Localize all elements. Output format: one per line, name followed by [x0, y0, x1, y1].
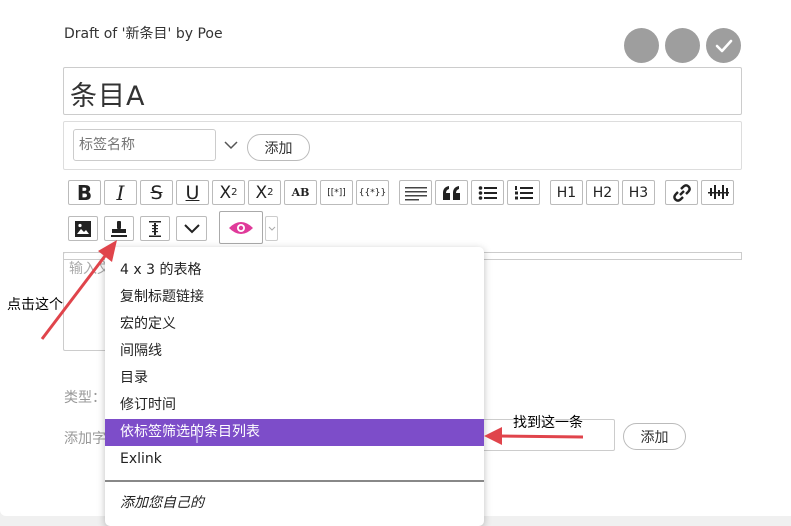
menu-item-revision-time[interactable]: 修订时间: [105, 392, 484, 419]
superscript-base: X: [219, 182, 232, 203]
bullet-list-icon: [478, 185, 497, 200]
stamp-button[interactable]: [104, 216, 134, 241]
menu-item-macro-definition[interactable]: 宏的定义: [105, 311, 484, 338]
stamp-icon: [111, 220, 127, 237]
strikethrough-button[interactable]: S: [140, 180, 173, 205]
check-icon: [715, 39, 732, 52]
preview-toggle[interactable]: [219, 211, 263, 244]
tag-row: 添加: [63, 121, 742, 170]
draft-title: Draft of '新条目' by Poe: [64, 26, 223, 42]
eye-icon: [229, 221, 253, 234]
link-button[interactable]: [665, 180, 698, 205]
subscript-mark: 2: [267, 187, 274, 198]
superscript-button[interactable]: X2: [212, 180, 245, 205]
chevron-down-icon[interactable]: [222, 136, 240, 154]
menu-item-tag-filter-list[interactable]: 依标签筛选的条目列表: [105, 419, 484, 446]
more-button[interactable]: [176, 216, 207, 241]
type-label: 类型：: [64, 390, 106, 406]
excise-button[interactable]: [701, 180, 734, 205]
subscript-button[interactable]: X2: [248, 180, 281, 205]
bold-button[interactable]: B: [68, 180, 101, 205]
quote-button[interactable]: [435, 180, 468, 205]
menu-item-copy-title-link[interactable]: 复制标题链接: [105, 284, 484, 311]
underline-button[interactable]: U: [176, 180, 209, 205]
mono-block-button[interactable]: [399, 180, 432, 205]
italic-button[interactable]: I: [104, 180, 137, 205]
menu-item-add-custom[interactable]: 添加您自己的: [120, 492, 204, 512]
text-block-icon: [404, 186, 427, 200]
quote-icon: [442, 185, 460, 200]
heading2-button[interactable]: H2: [586, 180, 619, 205]
add-tag-button[interactable]: 添加: [247, 134, 310, 161]
heading1-button[interactable]: H1: [550, 180, 583, 205]
stamp-dropdown-menu: 4 x 3 的表格 复制标题链接 宏的定义 间隔线 目录 修订时间 依标签筛选的…: [105, 247, 484, 526]
save-button[interactable]: [706, 28, 741, 63]
add-field-label: 添加字段: [64, 431, 106, 447]
tag-name-input[interactable]: [73, 129, 216, 161]
link-icon: [672, 183, 691, 202]
menu-item-toc[interactable]: 目录: [105, 365, 484, 392]
menu-item-exlink[interactable]: Exlink: [105, 446, 484, 473]
menu-item-divider[interactable]: 间隔线: [105, 338, 484, 365]
bullet-list-button[interactable]: [471, 180, 504, 205]
cancel-button[interactable]: [665, 28, 700, 63]
heading3-button[interactable]: H3: [622, 180, 655, 205]
superscript-mark: 2: [231, 187, 238, 198]
add-field-button[interactable]: 添加: [623, 423, 686, 450]
text-size-button[interactable]: [140, 216, 170, 241]
image-icon: [75, 220, 91, 237]
wikilink-button[interactable]: [[*]]: [320, 180, 353, 205]
title-input[interactable]: 条目A: [63, 67, 742, 115]
transclude-button[interactable]: {{*}}: [356, 180, 389, 205]
menu-item-table[interactable]: 4 x 3 的表格: [105, 257, 484, 284]
body-editor[interactable]: 输入文: [63, 252, 108, 351]
text-size-icon: [149, 220, 161, 237]
menu-separator: [105, 480, 484, 482]
image-button[interactable]: [68, 216, 98, 241]
excise-icon: [707, 184, 729, 199]
chevron-down-icon: [268, 226, 275, 231]
chevron-down-icon: [183, 223, 200, 233]
annotation-click-this: 点击这个: [7, 297, 63, 313]
preview-dropdown[interactable]: [265, 216, 278, 241]
smallcaps-button[interactable]: AB: [284, 180, 317, 205]
numbered-list-icon: [514, 185, 533, 199]
delete-button[interactable]: [624, 28, 659, 63]
subscript-base: X: [255, 182, 268, 203]
numbered-list-button[interactable]: [507, 180, 540, 205]
annotation-find-this: 找到这一条: [513, 415, 583, 431]
title-value: 条目A: [70, 81, 146, 112]
